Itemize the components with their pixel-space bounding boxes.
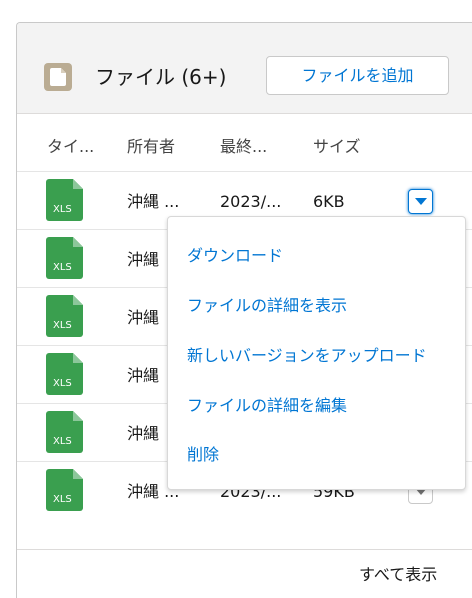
view-all-link[interactable]: すべて表示 [359,564,437,586]
owner-cell[interactable]: 沖縄 [127,307,159,329]
file-type-label: XLS [53,378,72,389]
column-header-size[interactable]: サイズ [313,136,361,158]
owner-cell[interactable]: 沖縄 [127,249,159,271]
xls-file-icon[interactable]: XLS [46,295,86,337]
modified-cell: 2023/... [220,192,282,211]
owner-cell[interactable]: 沖縄 ... [127,191,179,213]
file-type-label: XLS [53,204,72,215]
menu-item-upload-new-version[interactable]: 新しいバージョンをアップロード [187,344,427,368]
xls-file-icon[interactable]: XLS [46,179,86,221]
xls-file-icon[interactable]: XLS [46,237,86,279]
xls-file-icon[interactable]: XLS [46,411,86,453]
chevron-down-icon [415,198,427,205]
menu-item-download[interactable]: ダウンロード [187,244,283,268]
menu-item-edit-details[interactable]: ファイルの詳細を編集 [187,394,347,418]
size-cell: 6KB [313,192,345,211]
card-title[interactable]: ファイル (6+) [95,61,226,93]
row-actions-menu: ダウンロード ファイルの詳細を表示 新しいバージョンをアップロード ファイルの詳… [167,216,466,490]
files-icon [44,63,72,91]
row-actions-button[interactable] [408,189,433,214]
column-header-type[interactable]: タイ... [47,136,94,158]
file-type-label: XLS [53,494,72,505]
card-footer: すべて表示 [17,549,472,598]
file-type-label: XLS [53,320,72,331]
add-file-button[interactable]: ファイルを追加 [266,56,449,95]
file-type-label: XLS [53,436,72,447]
menu-item-delete[interactable]: 削除 [187,443,219,467]
column-header-modified[interactable]: 最終... [220,136,267,158]
file-type-label: XLS [53,262,72,273]
xls-file-icon[interactable]: XLS [46,469,86,511]
column-header-owner[interactable]: 所有者 [127,136,175,158]
owner-cell[interactable]: 沖縄 [127,365,159,387]
xls-file-icon[interactable]: XLS [46,353,86,395]
owner-cell[interactable]: 沖縄 [127,423,159,445]
menu-item-view-details[interactable]: ファイルの詳細を表示 [187,294,347,318]
card-header: ファイル (6+) ファイルを追加 [17,23,472,114]
